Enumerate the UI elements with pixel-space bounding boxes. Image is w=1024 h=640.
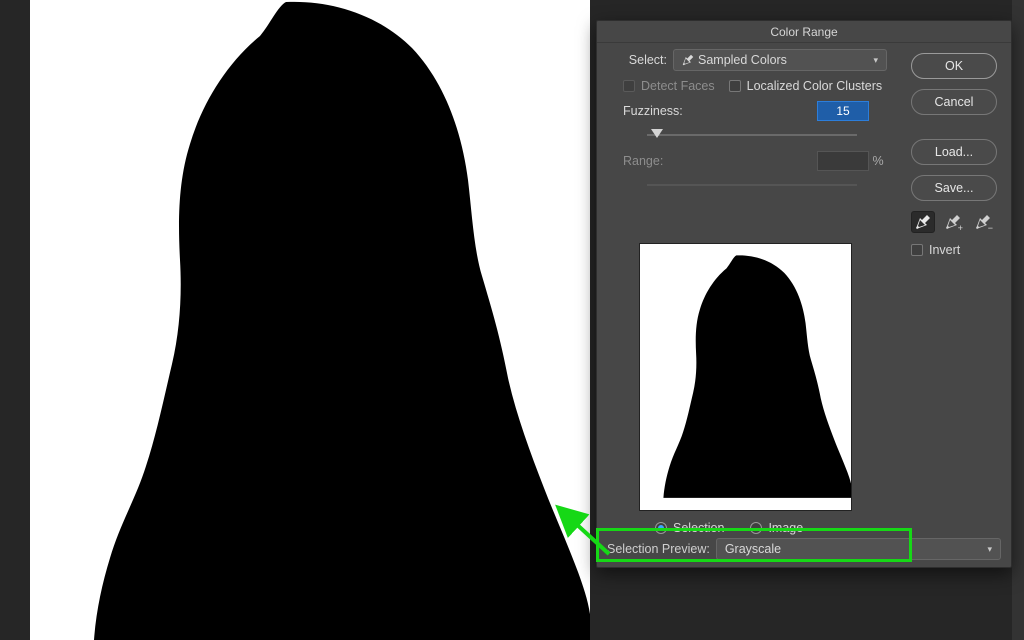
checkbox-box [729,80,741,92]
panel-strip [1012,0,1024,640]
select-label: Select: [607,53,673,67]
select-value: Sampled Colors [698,53,787,67]
plus-icon: + [958,224,963,233]
eyedropper-icon [682,54,694,66]
chevron-down-icon: ▾ [987,544,992,555]
detect-faces-label: Detect Faces [641,79,715,93]
dialog-content: Select: Sampled Colors ▾ [597,43,1011,567]
minus-icon: − [988,224,993,233]
fuzziness-input[interactable]: 15 [817,101,869,121]
range-slider [647,177,857,193]
dialog-right-column: OK Cancel Load... Save... + − [911,49,1011,257]
invert-checkbox[interactable]: Invert [911,243,1001,257]
chevron-down-icon: ▾ [873,55,878,66]
selection-preview-value: Grayscale [725,542,781,556]
fuzziness-slider[interactable] [647,127,857,143]
select-dropdown[interactable]: Sampled Colors ▾ [673,49,887,71]
document-canvas[interactable] [30,0,590,640]
ok-button[interactable]: OK [911,53,997,79]
eyedropper-minus-tool[interactable]: − [971,211,995,233]
dialog-title: Color Range [597,21,1011,43]
selection-preview-thumbnail[interactable] [639,243,852,511]
localized-clusters-checkbox[interactable]: Localized Color Clusters [729,79,882,93]
dialog-left-column: Select: Sampled Colors ▾ [597,49,897,201]
eyedropper-tool[interactable] [911,211,935,233]
load-button[interactable]: Load... [911,139,997,165]
invert-label: Invert [929,243,960,257]
detect-faces-checkbox: Detect Faces [623,79,715,93]
percent-label: % [869,154,887,168]
cancel-button[interactable]: Cancel [911,89,997,115]
range-label: Range: [623,154,817,168]
app-stage: Color Range Select: Sampled Colors ▾ [0,0,1024,640]
checkbox-box [623,80,635,92]
slider-thumb[interactable] [651,129,663,138]
save-button[interactable]: Save... [911,175,997,201]
fuzziness-label: Fuzziness: [623,104,817,118]
eyedropper-plus-tool[interactable]: + [941,211,965,233]
color-range-dialog: Color Range Select: Sampled Colors ▾ [596,20,1012,568]
selection-preview-label: Selection Preview: [607,542,710,556]
selection-preview-dropdown[interactable]: Grayscale ▾ [716,538,1001,560]
range-input [817,151,869,171]
localized-clusters-label: Localized Color Clusters [747,79,882,93]
checkbox-box [911,244,923,256]
